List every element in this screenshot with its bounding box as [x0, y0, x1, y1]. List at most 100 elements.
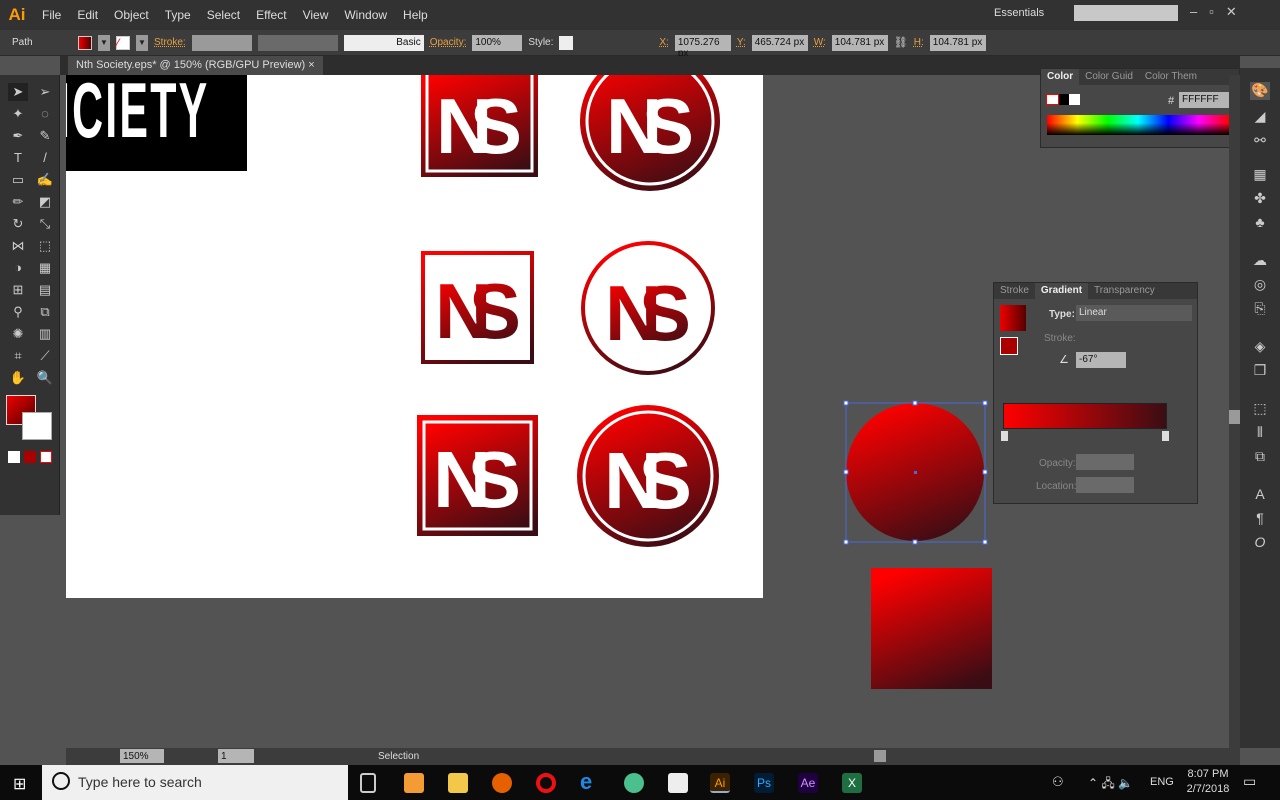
stroke-dropdown[interactable]: ▼: [136, 34, 148, 51]
opentype-icon[interactable]: O: [1250, 534, 1270, 552]
horizontal-scrollbar[interactable]: [502, 748, 1224, 765]
type-tool-icon[interactable]: T: [8, 149, 28, 167]
artboard[interactable]: ICIETY NS NS NS NS NS NS: [66, 75, 763, 598]
menu-select[interactable]: Select: [199, 8, 248, 22]
hex-field[interactable]: FFFFFF: [1179, 92, 1229, 108]
gradient-swatch[interactable]: [1000, 305, 1026, 331]
tab-gradient[interactable]: Gradient: [1034, 283, 1089, 299]
menu-type[interactable]: Type: [157, 8, 199, 22]
symbols-icon[interactable]: ♣: [1250, 214, 1270, 232]
taskbar-search[interactable]: Type here to search: [42, 765, 348, 800]
mesh-icon[interactable]: ⊞: [8, 281, 28, 299]
line-tool-icon[interactable]: /: [35, 149, 55, 167]
brush-definition[interactable]: Basic: [343, 34, 424, 51]
menu-view[interactable]: View: [295, 8, 337, 22]
rectangle-tool-icon[interactable]: ▭: [8, 171, 28, 189]
stroke-weight[interactable]: [191, 34, 252, 51]
color-spectrum[interactable]: [1047, 115, 1229, 135]
slice-tool-icon[interactable]: ⟋: [35, 347, 55, 365]
excel-taskbar-icon[interactable]: X: [842, 773, 862, 793]
color-mode-buttons[interactable]: [8, 451, 54, 463]
artboard-tool-icon[interactable]: ⌗: [8, 347, 28, 365]
variable-width[interactable]: [257, 34, 338, 51]
direct-selection-tool-icon[interactable]: ➢: [35, 83, 55, 101]
perspective-icon[interactable]: ▦: [35, 259, 55, 277]
align-icon[interactable]: ⫴: [1250, 424, 1270, 442]
gradient-tool-icon[interactable]: ▤: [35, 281, 55, 299]
y-field[interactable]: 465.724 px: [751, 34, 808, 51]
paintbrush-icon[interactable]: ✍: [35, 171, 55, 189]
tab-color-themes[interactable]: Color Them: [1139, 69, 1203, 85]
edge-icon[interactable]: e: [580, 771, 600, 793]
free-transform-icon[interactable]: ⬚: [35, 237, 55, 255]
stop-opacity-field[interactable]: [1076, 454, 1134, 470]
x-field[interactable]: 1075.276 px: [674, 34, 731, 59]
file-explorer-icon[interactable]: [448, 773, 468, 793]
app-icon-downloader[interactable]: [404, 773, 424, 793]
pencil-icon[interactable]: ✏: [8, 193, 28, 211]
firefox-icon[interactable]: [492, 773, 512, 793]
gradient-slider[interactable]: [1003, 403, 1167, 429]
stroke-color-box[interactable]: [22, 412, 52, 440]
lasso-icon[interactable]: ◌: [35, 105, 55, 123]
h-field[interactable]: 104.781 px: [929, 34, 986, 51]
artboard-number-field[interactable]: 1: [218, 749, 254, 763]
shape-builder-icon[interactable]: ◑: [8, 259, 28, 277]
zoom-tool-icon[interactable]: 🔍: [35, 369, 55, 387]
opacity-label[interactable]: Opacity:: [430, 37, 467, 48]
stop-location-field[interactable]: [1076, 477, 1134, 493]
stroke-label[interactable]: Stroke:: [154, 37, 186, 48]
menu-effect[interactable]: Effect: [248, 8, 294, 22]
color-guide-icon[interactable]: ⚯: [1250, 132, 1270, 150]
tab-stroke[interactable]: Stroke: [994, 283, 1035, 299]
tab-color[interactable]: Color: [1041, 69, 1080, 85]
appearance-icon[interactable]: ◎: [1250, 276, 1270, 294]
width-tool-icon[interactable]: ⋈: [8, 237, 28, 255]
menu-help[interactable]: Help: [395, 8, 436, 22]
link-icon[interactable]: ⛓: [894, 36, 908, 49]
menu-file[interactable]: File: [34, 8, 69, 22]
color-panel-icon[interactable]: 🎨: [1250, 82, 1270, 100]
scale-icon[interactable]: ⤡: [35, 215, 55, 233]
fill-stroke-indicator[interactable]: [1000, 337, 1018, 355]
hand-tool-icon[interactable]: ✋: [8, 369, 28, 387]
zoom-field[interactable]: 150%: [120, 749, 164, 763]
document-tab[interactable]: Nth Society.eps* @ 150% (RGB/GPU Preview…: [68, 56, 323, 75]
magic-wand-icon[interactable]: ✦: [8, 105, 28, 123]
fill-dropdown[interactable]: ▼: [98, 34, 110, 51]
photoshop-taskbar-icon[interactable]: Ps: [754, 773, 774, 793]
asset-export-icon[interactable]: ⎘: [1250, 300, 1270, 318]
pasteboard-shapes[interactable]: [840, 398, 1000, 698]
paragraph-icon[interactable]: ¶: [1250, 510, 1270, 528]
blend-icon[interactable]: ⧉: [35, 303, 55, 321]
type-select[interactable]: Linear: [1076, 305, 1192, 321]
angle-field[interactable]: -67°: [1076, 352, 1126, 368]
mail-icon[interactable]: [668, 773, 688, 793]
style-swatch[interactable]: [559, 35, 574, 50]
rotate-icon[interactable]: ↻: [8, 215, 28, 233]
curvature-tool-icon[interactable]: ✎: [35, 127, 55, 145]
pen-tool-icon[interactable]: ✒: [8, 127, 28, 145]
opera-icon[interactable]: [536, 773, 556, 793]
window-controls[interactable]: –▫✕: [1190, 4, 1249, 20]
language-indicator[interactable]: ENG: [1150, 776, 1174, 788]
menu-window[interactable]: Window: [336, 8, 395, 22]
gradient-stop-end[interactable]: [1162, 431, 1169, 441]
clock-date[interactable]: 2/7/2018: [1184, 783, 1232, 795]
transform-icon[interactable]: ⬚: [1250, 400, 1270, 418]
tray-icons[interactable]: ⌃ 🖧 🔈: [1088, 774, 1133, 795]
search-input[interactable]: [1074, 5, 1178, 21]
none-black-white-swatches[interactable]: [1046, 94, 1081, 105]
brushes-icon[interactable]: ✤: [1250, 190, 1270, 208]
menu-edit[interactable]: Edit: [69, 8, 106, 22]
fill-swatch[interactable]: [78, 35, 92, 50]
stroke-swatch[interactable]: ⁄: [116, 35, 130, 50]
character-icon[interactable]: A: [1250, 486, 1270, 504]
clock-time[interactable]: 8:07 PM: [1186, 768, 1230, 780]
selection-tool-icon[interactable]: ➤: [8, 83, 28, 101]
atom-icon[interactable]: [624, 773, 644, 793]
task-view-icon[interactable]: [360, 773, 376, 793]
windows-start-icon[interactable]: ⊞: [13, 774, 26, 794]
close-tab-icon[interactable]: ×: [308, 59, 314, 71]
tab-transparency[interactable]: Transparency: [1088, 283, 1161, 299]
